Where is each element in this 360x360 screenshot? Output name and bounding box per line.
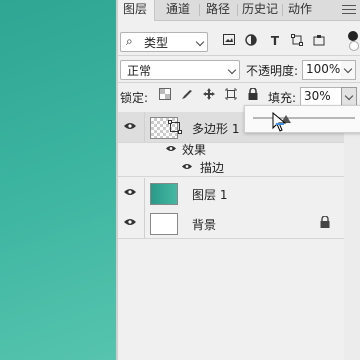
layers-panel: 图层 通道 路径 历史记 动作 ⌕ 类型 T 正常 不透明度: 100% 锁定:… bbox=[116, 0, 360, 360]
tab-separator bbox=[199, 4, 200, 16]
tab-channels[interactable]: 通道 bbox=[162, 0, 194, 20]
chevron-down-icon bbox=[195, 37, 205, 47]
image-filter-icon[interactable] bbox=[222, 34, 236, 48]
blend-mode-value: 正常 bbox=[127, 64, 152, 78]
opacity-value: 100% bbox=[306, 62, 341, 76]
layer-thumbnail bbox=[150, 213, 178, 235]
smart-object-filter-icon[interactable] bbox=[312, 34, 326, 49]
effects-label: 效果 bbox=[182, 143, 207, 157]
tab-paths[interactable]: 路径 bbox=[202, 0, 234, 20]
fill-dropdown-button[interactable] bbox=[341, 87, 357, 107]
fill-value: 30% bbox=[304, 89, 331, 103]
tab-layers[interactable]: 图层 bbox=[116, 0, 155, 21]
layers-scrollbar[interactable] bbox=[344, 112, 360, 360]
toggle-knob bbox=[348, 31, 358, 41]
panel-border bbox=[116, 0, 118, 360]
layer-effect-item[interactable]: 描边 bbox=[116, 158, 344, 177]
lock-position-icon[interactable] bbox=[202, 88, 216, 103]
panel-menu-icon[interactable] bbox=[342, 2, 356, 16]
opacity-label: 不透明度: bbox=[246, 64, 299, 78]
divider bbox=[116, 55, 360, 56]
filter-toggle-switch[interactable] bbox=[348, 31, 359, 51]
lock-image-pixels-icon[interactable] bbox=[180, 88, 194, 103]
search-icon: ⌕ bbox=[126, 34, 133, 48]
type-filter-icon[interactable]: T bbox=[268, 34, 282, 48]
tab-separator bbox=[282, 4, 283, 16]
filter-kind-label: 类型 bbox=[144, 36, 169, 50]
visibility-column bbox=[116, 112, 145, 142]
blend-mode-select[interactable]: 正常 bbox=[120, 60, 240, 80]
visibility-eye-icon[interactable] bbox=[166, 145, 176, 152]
layer-effects-group[interactable]: 效果 bbox=[116, 140, 344, 158]
fill-slider-popup[interactable] bbox=[244, 105, 360, 133]
layer-name: 图层 1 bbox=[192, 188, 228, 202]
visibility-eye-icon[interactable] bbox=[124, 122, 136, 130]
chevron-down-icon bbox=[227, 65, 237, 75]
panel-tab-bar: 图层 通道 路径 历史记 动作 bbox=[116, 0, 360, 21]
opacity-input[interactable]: 100% bbox=[302, 60, 342, 80]
tab-actions[interactable]: 动作 bbox=[284, 0, 316, 20]
layer-lock-icon[interactable] bbox=[320, 216, 330, 228]
tab-separator bbox=[237, 4, 238, 16]
visibility-column bbox=[116, 178, 145, 208]
fill-input[interactable]: 30% bbox=[300, 87, 342, 107]
shape-filter-icon[interactable] bbox=[290, 34, 304, 49]
visibility-eye-icon[interactable] bbox=[124, 218, 136, 226]
vector-mask-icon bbox=[168, 120, 182, 134]
lock-label: 锁定: bbox=[120, 91, 149, 105]
lock-transparent-pixels-icon[interactable] bbox=[158, 88, 172, 103]
mouse-cursor-icon bbox=[272, 112, 287, 132]
layer-name: 多边形 1 bbox=[192, 122, 240, 136]
lock-all-icon[interactable] bbox=[246, 87, 260, 103]
chevron-down-icon bbox=[344, 91, 354, 101]
fill-label: 填充: bbox=[268, 91, 297, 105]
lock-artboard-icon[interactable] bbox=[224, 88, 238, 103]
tab-history[interactable]: 历史记 bbox=[240, 0, 280, 20]
layer-filter-select[interactable]: ⌕ 类型 bbox=[120, 32, 208, 52]
layer-row-layer1[interactable]: 图层 1 bbox=[116, 178, 344, 209]
layer-row-background[interactable]: 背景 bbox=[116, 208, 344, 239]
toggle-base bbox=[349, 41, 359, 51]
visibility-column bbox=[116, 208, 145, 238]
visibility-eye-icon[interactable] bbox=[124, 188, 136, 196]
opacity-dropdown-button[interactable] bbox=[341, 60, 356, 80]
adjustment-filter-icon[interactable] bbox=[244, 34, 258, 49]
layer-name: 背景 bbox=[192, 218, 217, 232]
document-canvas[interactable] bbox=[0, 0, 116, 360]
visibility-eye-icon[interactable] bbox=[182, 163, 192, 170]
chevron-down-icon bbox=[343, 64, 353, 74]
layer-thumbnail bbox=[150, 183, 178, 205]
effect-stroke-label: 描边 bbox=[200, 161, 225, 175]
divider bbox=[116, 82, 360, 83]
slider-track[interactable] bbox=[253, 117, 355, 119]
